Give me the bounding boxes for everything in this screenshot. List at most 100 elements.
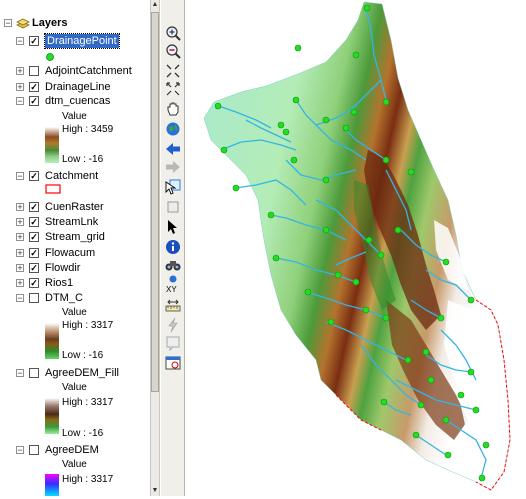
layer-name: Flowacum xyxy=(45,247,96,259)
zoom-in-button[interactable] xyxy=(164,24,182,41)
expand-icon[interactable]: + xyxy=(16,279,24,288)
fixed-zoom-out-icon xyxy=(166,81,180,95)
layer-name: Rios1 xyxy=(45,277,74,289)
full-extent-button[interactable] xyxy=(164,120,182,137)
map-canvas xyxy=(203,1,511,491)
hyperlink-icon xyxy=(168,317,178,332)
legend-high-label: High : 3317 xyxy=(62,320,114,331)
legend-low-label: Low : -16 xyxy=(62,428,104,439)
select-elements-icon xyxy=(168,219,177,234)
select-elements-button[interactable] xyxy=(164,218,182,235)
pan-button[interactable] xyxy=(164,100,182,117)
legend-title: Value xyxy=(62,382,87,393)
hyperlink-button[interactable] xyxy=(164,316,182,333)
legend-low-label: Low : -16 xyxy=(62,350,104,361)
legend-title: Value xyxy=(62,307,87,318)
toc-scrollbar[interactable]: ▲ ▼ xyxy=(150,0,160,496)
layers-icon xyxy=(16,18,30,29)
layer-name: DrainageLine xyxy=(45,81,111,93)
legend-color-ramp xyxy=(45,323,59,359)
expand-icon[interactable]: + xyxy=(16,83,24,92)
layer-visibility-checkbox[interactable]: ✓ xyxy=(29,36,39,46)
pan-icon xyxy=(167,102,179,115)
scrollbar-thumb[interactable] xyxy=(151,12,159,392)
layer-name: dtm_cuencas xyxy=(45,95,111,107)
collapse-icon[interactable]: − xyxy=(16,97,24,106)
layer-visibility-checkbox[interactable]: ✓ xyxy=(29,232,39,242)
expand-icon[interactable]: + xyxy=(16,67,24,76)
clear-selection-icon xyxy=(167,201,179,212)
identify-button[interactable] xyxy=(164,238,182,255)
layer-visibility-checkbox[interactable]: ✓ xyxy=(29,248,39,258)
layer-visibility-checkbox[interactable]: ✓ xyxy=(29,217,39,227)
layer-name: Stream_grid xyxy=(45,231,105,243)
legend-high-label: High : 3317 xyxy=(62,397,114,408)
collapse-icon[interactable]: − xyxy=(4,19,12,28)
layer-visibility-checkbox[interactable]: ✓ xyxy=(29,82,39,92)
legend-color-ramp xyxy=(45,474,59,496)
expand-icon[interactable]: + xyxy=(16,203,24,212)
go-to-xy-button[interactable]: XY xyxy=(164,274,182,294)
find-button[interactable] xyxy=(164,256,182,273)
layer-visibility-checkbox[interactable] xyxy=(29,368,39,378)
layer-visibility-checkbox[interactable] xyxy=(29,445,39,455)
legend-color-ramp xyxy=(45,398,59,434)
back-icon xyxy=(166,142,180,155)
map-display[interactable] xyxy=(186,0,526,496)
html-popup-button[interactable] xyxy=(164,334,182,351)
measure-icon xyxy=(165,299,181,311)
expand-icon[interactable]: + xyxy=(16,218,24,227)
zoom-out-icon xyxy=(166,43,181,59)
collapse-icon[interactable]: − xyxy=(16,172,24,181)
layer-visibility-checkbox[interactable]: ✓ xyxy=(29,263,39,273)
layer-name[interactable]: DrainagePoint xyxy=(44,33,120,49)
scroll-down-arrow-icon[interactable]: ▼ xyxy=(151,486,159,496)
collapse-icon[interactable]: − xyxy=(16,446,24,455)
layer-name: StreamLnk xyxy=(45,216,99,228)
forward-button[interactable] xyxy=(164,158,182,175)
time-slider-icon xyxy=(165,356,181,369)
identify-icon xyxy=(166,239,180,254)
measure-button[interactable] xyxy=(164,296,182,313)
fixed-zoom-out-button[interactable] xyxy=(164,80,182,97)
back-button[interactable] xyxy=(164,140,182,157)
clear-selection-button[interactable] xyxy=(164,198,182,215)
expand-icon[interactable]: + xyxy=(16,233,24,242)
expand-icon[interactable]: + xyxy=(16,264,24,273)
layer-visibility-checkbox[interactable]: ✓ xyxy=(29,202,39,212)
scroll-up-arrow-icon[interactable]: ▲ xyxy=(151,0,159,10)
legend-low-label: Low : -16 xyxy=(62,154,104,165)
legend-title: Value xyxy=(62,111,87,122)
table-of-contents: − Layers − ✓ DrainagePoint + AdjointCatc… xyxy=(0,0,150,496)
collapse-icon[interactable]: − xyxy=(16,37,24,46)
select-features-icon xyxy=(165,179,181,195)
layer-name: AgreeDEM xyxy=(45,444,99,456)
layer-visibility-checkbox[interactable]: ✓ xyxy=(29,278,39,288)
layer-visibility-checkbox[interactable]: ✓ xyxy=(29,171,39,181)
layer-visibility-checkbox[interactable]: ✓ xyxy=(29,96,39,106)
layer-drainagepoint[interactable]: − ✓ DrainagePoint xyxy=(0,33,150,49)
zoom-in-icon xyxy=(166,25,181,41)
layer-name: Flowdir xyxy=(45,262,81,274)
drainage-point-symbol-icon xyxy=(46,53,54,61)
legend-color-ramp xyxy=(45,127,59,163)
layer-visibility-checkbox[interactable] xyxy=(29,66,39,76)
expand-icon[interactable]: + xyxy=(16,249,24,258)
layer-name: AdjointCatchment xyxy=(45,65,132,77)
zoom-out-button[interactable] xyxy=(164,42,182,59)
select-features-button[interactable] xyxy=(164,178,182,195)
forward-icon xyxy=(166,160,180,173)
svg-text:XY: XY xyxy=(166,285,177,294)
collapse-icon[interactable]: − xyxy=(16,369,24,378)
layer-name: AgreeDEM_Fill xyxy=(45,367,119,379)
fixed-zoom-in-button[interactable] xyxy=(164,62,182,79)
layer-name: CuenRaster xyxy=(45,201,104,213)
layer-visibility-checkbox[interactable] xyxy=(29,293,39,303)
full-extent-icon xyxy=(166,122,180,135)
tools-toolbar: XY xyxy=(161,0,185,496)
legend-high-label: High : 3317 xyxy=(62,474,114,485)
collapse-icon[interactable]: − xyxy=(16,294,24,303)
time-slider-button[interactable] xyxy=(164,354,182,371)
go-to-xy-icon: XY xyxy=(166,275,177,294)
legend-title: Value xyxy=(62,459,87,470)
